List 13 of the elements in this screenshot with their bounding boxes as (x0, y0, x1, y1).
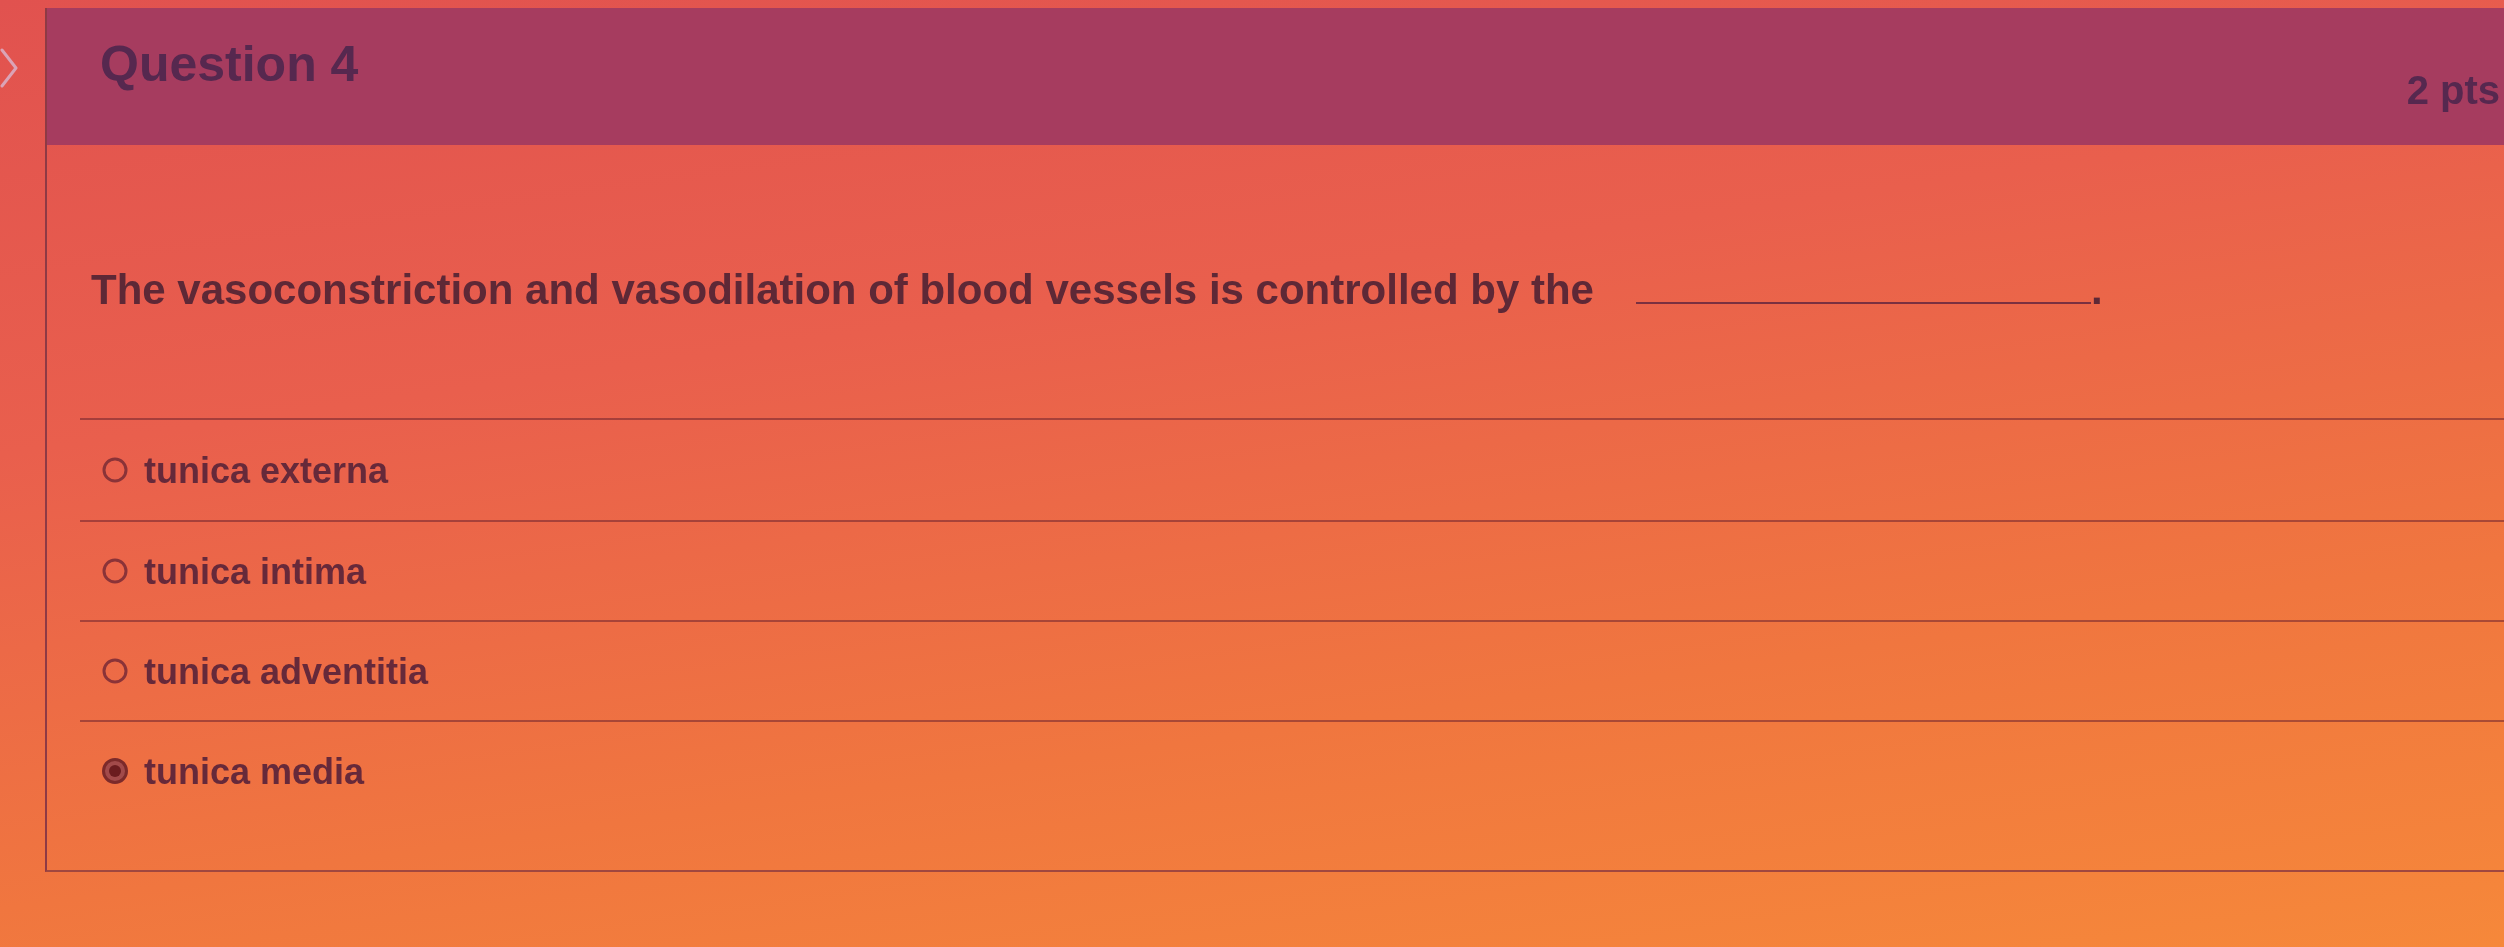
answer-label[interactable]: tunica intima (144, 549, 367, 593)
period-text: . (2090, 265, 2103, 315)
radio-button[interactable] (102, 558, 128, 585)
chevron-right-icon[interactable] (0, 48, 18, 88)
points-label: 2 pts (2406, 67, 2500, 114)
answer-label[interactable]: tunica adventitia (144, 649, 429, 693)
radio-button[interactable] (102, 658, 128, 685)
answer-label[interactable]: tunica media (144, 749, 365, 793)
radio-button[interactable] (102, 758, 128, 785)
question-title: Question 4 (100, 35, 359, 94)
answer-label[interactable]: tunica externa (144, 448, 389, 492)
question-text: The vasoconstriction and vasodilation of blood vessels is controlled by the (91, 265, 1594, 315)
radio-button[interactable] (102, 457, 128, 484)
